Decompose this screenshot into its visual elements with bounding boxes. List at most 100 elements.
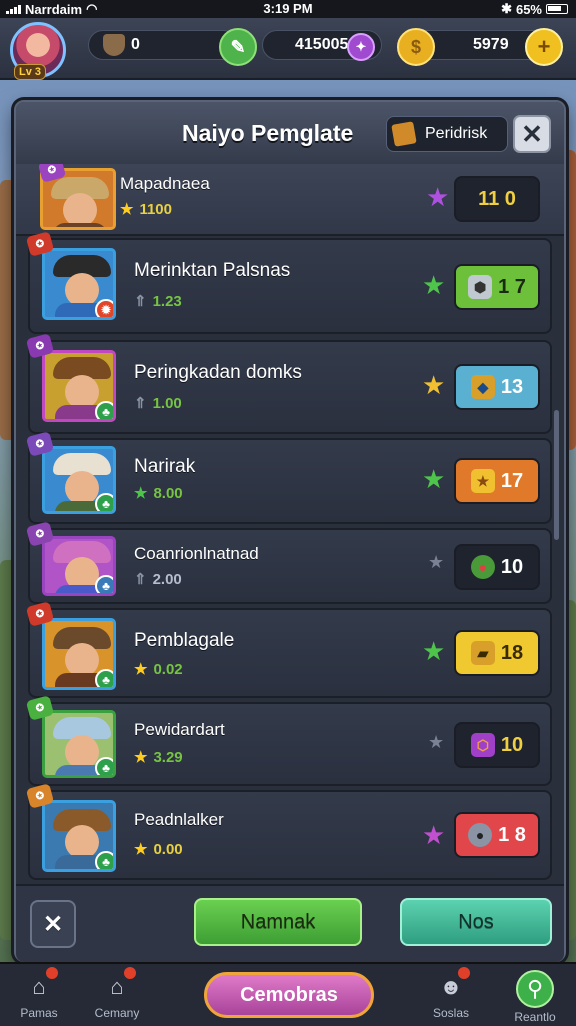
row-sub: ★ 0.02 bbox=[134, 660, 183, 679]
header-tab-label: Peridrisk bbox=[425, 125, 488, 142]
row-name: Narirak bbox=[134, 456, 196, 477]
row-sub-value: 1.00 bbox=[152, 394, 182, 412]
row-name: Peadnlalker bbox=[134, 810, 224, 829]
add-currency-button[interactable]: + bbox=[525, 28, 563, 66]
character-portrait: ♣ bbox=[42, 536, 116, 596]
row-sub-value: 2.00 bbox=[152, 570, 182, 588]
people-icon: ☻ bbox=[434, 967, 470, 1004]
ranking-list[interactable]: ✪ Mapadnaea ★ 1100 ★ 11 0 ✹ ✪ Merinktan … bbox=[16, 164, 564, 884]
nav-label: Pamas bbox=[20, 1006, 58, 1020]
row-sub: ★ 3.29 bbox=[134, 748, 183, 767]
row-sub-value: 3.29 bbox=[153, 748, 183, 766]
currency-b-value: 415005 bbox=[295, 36, 349, 53]
header-tab-button[interactable]: Peridrisk bbox=[386, 116, 508, 152]
row-sub: ★ 8.00 bbox=[134, 484, 183, 503]
row-sub: ⇑ 1.00 bbox=[134, 394, 182, 413]
row-sub-value: 0.02 bbox=[153, 660, 183, 678]
reward-button[interactable]: ● 1 8 bbox=[454, 812, 540, 858]
notification-dot bbox=[458, 967, 470, 979]
list-item[interactable]: ♣ ✪ Peadnlalker ★ 0.00 ★ ● 1 8 bbox=[25, 783, 552, 880]
nav-item-soslas[interactable]: ☻ Soslas bbox=[416, 967, 486, 1020]
gold-coin-icon: $ bbox=[397, 28, 435, 66]
shield-icon bbox=[103, 34, 125, 56]
currency-b-pill: 415005 ✦ bbox=[262, 30, 382, 61]
list-item[interactable]: ♣ ✪ Narirak ★ 8.00 ★ ★ 17 bbox=[25, 431, 552, 524]
top-hud: Lv 3 0 ✎ 415005 ✦ $ 5979 + bbox=[0, 18, 576, 80]
clock: 3:19 PM bbox=[263, 1, 313, 16]
primary-button[interactable]: Namnak bbox=[194, 898, 362, 946]
search-icon: ⚲ bbox=[516, 970, 554, 1008]
battery-icon bbox=[546, 4, 568, 14]
monster-icon: ● bbox=[470, 555, 495, 579]
character-portrait: ♣ bbox=[42, 350, 116, 422]
cancel-button[interactable]: ✕ bbox=[30, 900, 76, 948]
reward-value: 18 bbox=[500, 641, 524, 664]
nav-label: Reantlo bbox=[514, 1010, 556, 1024]
star-icon: ★ bbox=[422, 820, 446, 850]
reward-button[interactable]: 11 0 bbox=[454, 176, 540, 222]
purple-gem-icon[interactable]: ✦ bbox=[347, 33, 375, 61]
badge-icon: ♣ bbox=[95, 669, 113, 687]
row-sub-value: 8.00 bbox=[153, 484, 183, 502]
row-name: Pewidardart bbox=[134, 720, 225, 739]
row-name: Merinktan Palsnas bbox=[134, 260, 291, 281]
reward-button[interactable]: ● 10 bbox=[454, 544, 540, 590]
reward-button[interactable]: ★ 17 bbox=[454, 458, 540, 504]
fire-badge-icon: ✹ bbox=[95, 299, 113, 317]
scroll-icon bbox=[391, 121, 417, 147]
arrow-up-icon: ⇑ bbox=[134, 395, 147, 412]
nav-item-reantlo[interactable]: ⚲ Reantlo bbox=[500, 970, 570, 1024]
bomb-icon: ● bbox=[468, 823, 493, 847]
modal-title: Naiyo Pemglate bbox=[182, 120, 354, 146]
currency-a-pill: 0 ✎ bbox=[88, 28, 257, 66]
star-icon: ★ bbox=[134, 841, 148, 858]
star-icon: ★ bbox=[134, 661, 148, 678]
nav-label: Soslas bbox=[432, 1006, 470, 1020]
character-portrait: ♣ bbox=[42, 710, 116, 778]
character-portrait: ♣ bbox=[42, 800, 116, 872]
gem-green-icon[interactable]: ✎ bbox=[219, 28, 257, 66]
badge-icon: ♣ bbox=[95, 851, 113, 869]
nav-label: Cemany bbox=[94, 1006, 140, 1020]
row-sub-value: 0.00 bbox=[153, 840, 183, 858]
house-icon: ⌂ bbox=[22, 967, 58, 1004]
list-item[interactable]: ♣ ✪ Coanrionlnatnad ⇑ 2.00 ★ ● 10 bbox=[25, 521, 552, 604]
status-bar: Narrdaim ◠ 3:19 PM ✱ 65% bbox=[0, 0, 576, 18]
character-portrait: ✹ bbox=[42, 248, 116, 320]
star-icon: ★ bbox=[428, 552, 445, 572]
nav-item-pamas[interactable]: ⌂ Pamas bbox=[4, 967, 74, 1020]
reward-button[interactable]: ⬢ 1 7 bbox=[454, 264, 540, 310]
purple-hex-icon: ⬡ bbox=[470, 733, 495, 757]
bluetooth-icon: ✱ bbox=[501, 1, 512, 16]
list-item[interactable]: ✹ ✪ Merinktan Palsnas ⇑ 1.23 ★ ⬢ 1 7 bbox=[25, 231, 552, 334]
gem-box-icon: ◆ bbox=[470, 375, 495, 399]
list-item[interactable]: ♣ ✪ Peringkadan domks ⇑ 1.00 ★ ◆ 13 bbox=[25, 333, 552, 434]
center-action-button[interactable]: Cemobras bbox=[204, 972, 374, 1018]
currency-a-value: 0 bbox=[131, 36, 140, 53]
star-icon: ★ bbox=[422, 270, 446, 300]
crystal-icon: ⬢ bbox=[468, 275, 493, 299]
list-item[interactable]: ♣ ✪ Pewidardart ★ 3.29 ★ ⬡ 10 bbox=[25, 695, 552, 786]
row-sub-value: 1.23 bbox=[152, 292, 182, 310]
close-button[interactable]: ✕ bbox=[513, 115, 551, 153]
row-name: Peringkadan domks bbox=[134, 362, 302, 383]
reward-button[interactable]: ◆ 13 bbox=[454, 364, 540, 410]
star-icon: ★ bbox=[422, 464, 446, 494]
star-icon: ★ bbox=[134, 749, 148, 766]
star-icon: ★ bbox=[120, 201, 134, 218]
list-item[interactable]: ✪ Mapadnaea ★ 1100 ★ 11 0 bbox=[16, 164, 564, 236]
row-sub-value: 1100 bbox=[139, 200, 172, 218]
list-scrollbar[interactable] bbox=[554, 410, 559, 540]
character-portrait: ♣ bbox=[42, 618, 116, 690]
reward-button[interactable]: ▰ 18 bbox=[454, 630, 540, 676]
reward-button[interactable]: ⬡ 10 bbox=[454, 722, 540, 768]
secondary-button[interactable]: Nos bbox=[400, 898, 552, 946]
battery-percent: 65% bbox=[515, 1, 542, 17]
reward-value: 10 bbox=[500, 733, 524, 756]
list-item[interactable]: ♣ ✪ Pemblagale ★ 0.02 ★ ▰ 18 bbox=[25, 601, 552, 698]
nav-item-cemany[interactable]: ⌂ Cemany bbox=[82, 967, 152, 1020]
badge-icon: ♣ bbox=[95, 401, 113, 419]
notification-dot bbox=[124, 967, 136, 979]
avatar-level-badge: Lv 3 bbox=[14, 64, 47, 80]
bottom-nav: ⌂ Pamas ⌂ Cemany Cemobras ☻ Soslas ⚲ Rea… bbox=[0, 962, 576, 1026]
